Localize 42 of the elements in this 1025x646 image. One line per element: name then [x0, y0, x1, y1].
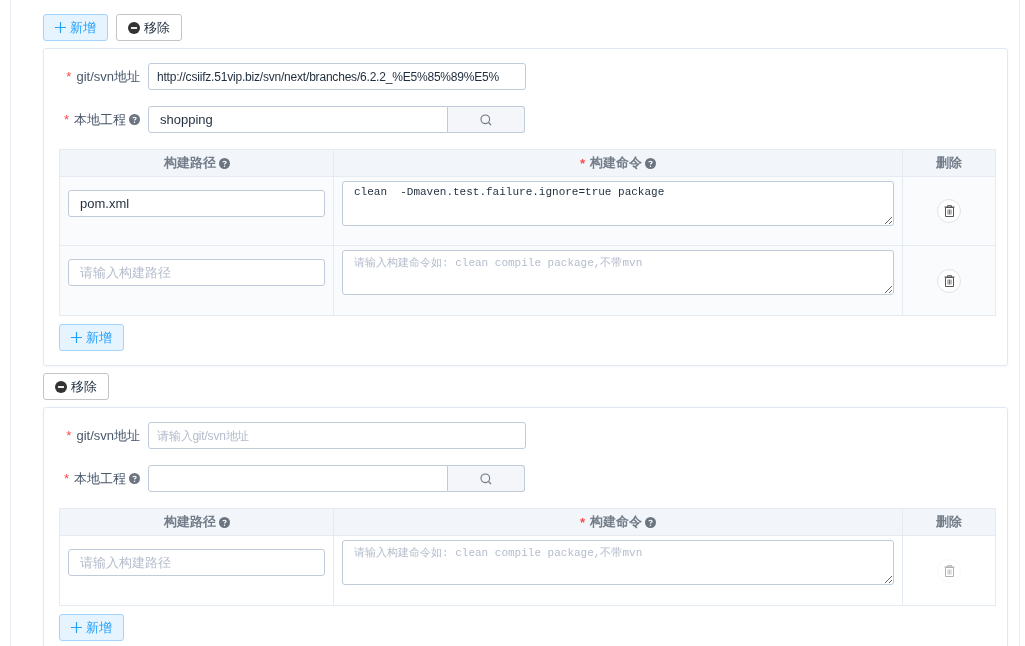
minus-circle-icon — [128, 21, 140, 34]
remove-button[interactable]: 移除 — [43, 373, 109, 400]
trash-icon — [943, 564, 955, 577]
required-mark: * — [66, 69, 72, 84]
search-button[interactable] — [448, 106, 525, 133]
command-textarea[interactable]: clean -Dmaven.test.failure.ignore=true package — [342, 181, 894, 226]
delete-button[interactable] — [937, 268, 961, 293]
field-label: 本地工程 — [74, 469, 126, 488]
column-header: 构建命令 — [590, 513, 643, 531]
required-mark: * — [66, 428, 72, 443]
search-button[interactable] — [448, 465, 525, 492]
field-label: git/svn地址 — [76, 426, 140, 445]
command-textarea[interactable]: 请输入构建命令如: clean compile package,不带mvn — [342, 250, 894, 295]
trash-icon — [943, 205, 955, 217]
trash-icon — [943, 274, 955, 287]
project-input[interactable]: shopping — [148, 106, 448, 133]
required-mark: * — [579, 155, 586, 171]
column-header: 删除 — [936, 154, 962, 172]
field-label: git/svn地址 — [76, 67, 140, 86]
path-input[interactable]: 请输入构建路径 — [68, 259, 325, 286]
path-input[interactable]: pom.xml — [68, 190, 325, 217]
column-header: 删除 — [936, 513, 962, 531]
required-mark: * — [579, 514, 586, 530]
url-input[interactable]: http://csiifz.51vip.biz/svn/next/branches/6.2.2_%E5%85%89%E5% — [148, 63, 526, 90]
search-icon — [480, 113, 492, 126]
path-input[interactable]: 请输入构建路径 — [68, 549, 325, 576]
column-header: 构建命令 — [590, 154, 643, 172]
column-header: 构建路径 — [163, 513, 216, 531]
required-mark: * — [63, 471, 69, 486]
plus-icon — [71, 332, 82, 343]
remove-button[interactable]: 移除 — [116, 14, 182, 41]
minus-circle-icon — [55, 380, 67, 393]
plus-icon — [71, 622, 82, 633]
required-mark: * — [63, 112, 69, 127]
project-input[interactable] — [148, 465, 448, 492]
column-header: 构建路径 — [163, 154, 216, 172]
plus-icon — [55, 22, 66, 33]
search-icon — [480, 472, 492, 485]
url-input[interactable]: 请输入git/svn地址 — [148, 422, 526, 449]
command-textarea[interactable]: 请输入构建命令如: clean compile package,不带mvn — [342, 540, 894, 585]
field-label: 本地工程 — [74, 110, 126, 129]
delete-button[interactable] — [937, 199, 961, 223]
